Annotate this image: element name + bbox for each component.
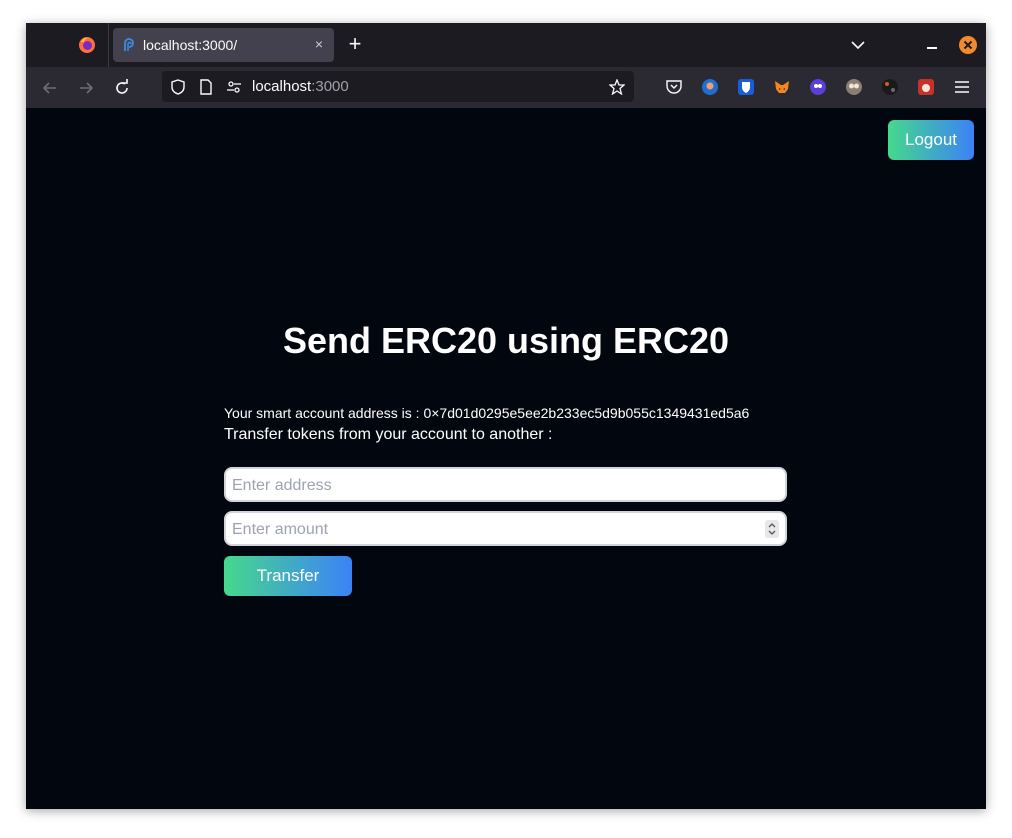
- logout-button[interactable]: Logout: [888, 120, 974, 160]
- amount-input[interactable]: [230, 517, 764, 542]
- bitwarden-icon[interactable]: [737, 78, 755, 96]
- extension-purple-ghost-icon[interactable]: [809, 78, 827, 96]
- permissions-icon[interactable]: [226, 79, 242, 95]
- tab-localhost[interactable]: localhost:3000/ ×: [113, 28, 334, 62]
- shield-icon[interactable]: [170, 79, 186, 95]
- amount-field-container: [224, 511, 787, 546]
- transfer-button[interactable]: Transfer: [224, 556, 352, 596]
- smart-account-address-text: Your smart account address is : 0×7d01d0…: [224, 405, 750, 421]
- pocket-icon[interactable]: [665, 78, 683, 96]
- tab-separator: [108, 23, 109, 67]
- extension-red-panda-icon[interactable]: [917, 78, 935, 96]
- number-spinner-icon[interactable]: [765, 520, 779, 538]
- url-port: :3000: [311, 78, 349, 95]
- close-tab-icon[interactable]: ×: [310, 35, 328, 53]
- url-host: localhost: [252, 78, 312, 95]
- site-favicon-icon: [124, 38, 134, 51]
- tab-title: localhost:3000/: [143, 37, 238, 53]
- chevron-down-icon[interactable]: [850, 37, 866, 53]
- bookmark-star-icon[interactable]: [609, 79, 625, 95]
- page-icon[interactable]: [198, 79, 214, 95]
- forward-arrow-icon[interactable]: [76, 78, 96, 98]
- extension-dark-circle-icon[interactable]: [881, 78, 899, 96]
- reload-icon[interactable]: [112, 78, 132, 98]
- extension-owl-icon[interactable]: [845, 78, 863, 96]
- address-input[interactable]: [230, 473, 764, 498]
- back-arrow-icon[interactable]: [40, 78, 60, 98]
- address-bar[interactable]: localhost:3000: [162, 71, 634, 102]
- address-field-container: [224, 467, 787, 502]
- page-title: Send ERC20 using ERC20: [282, 320, 730, 361]
- page-content: Logout Send ERC20 using ERC20 Your smart…: [26, 108, 986, 809]
- url-text[interactable]: localhost:3000: [252, 78, 349, 95]
- extension-blue-profile-icon[interactable]: [701, 78, 719, 96]
- window-close-icon[interactable]: [959, 36, 977, 54]
- minimize-icon[interactable]: [924, 37, 940, 53]
- browser-window: localhost:3000/ × + localhost:3000 Logou…: [26, 23, 986, 809]
- firefox-icon: [79, 37, 95, 53]
- transfer-instructions-text: Transfer tokens from your account to ano…: [224, 426, 553, 443]
- navigation-toolbar: localhost:3000: [26, 67, 986, 108]
- hamburger-menu-icon[interactable]: [953, 78, 971, 96]
- new-tab-button[interactable]: +: [344, 33, 366, 55]
- metamask-fox-icon[interactable]: [773, 78, 791, 96]
- tab-bar: localhost:3000/ × +: [26, 23, 986, 67]
